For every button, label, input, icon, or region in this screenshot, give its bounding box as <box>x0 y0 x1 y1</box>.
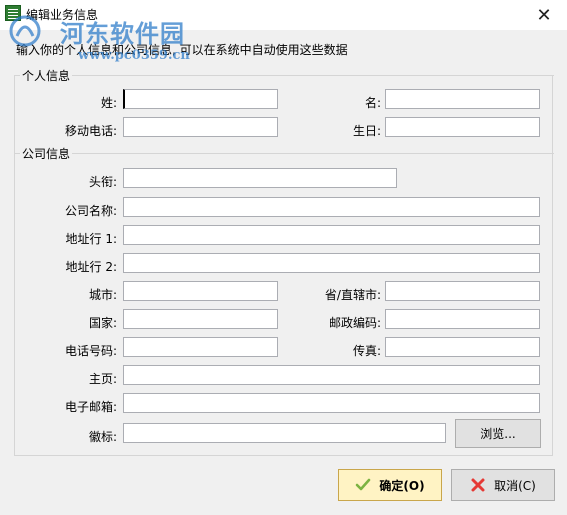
checkmark-icon <box>356 478 371 491</box>
dialog-footer: 确定(O) 取消(C) <box>0 457 567 515</box>
homepage-input[interactable] <box>123 365 540 385</box>
email-label: 电子邮箱: <box>64 400 117 414</box>
personal-info-label: 个人信息 <box>20 67 73 84</box>
logo-label: 徽标: <box>88 430 117 444</box>
job-title-label: 头衔: <box>88 175 117 189</box>
address2-label: 地址行 2: <box>65 260 118 274</box>
mobile-input[interactable] <box>123 117 278 137</box>
browse-button[interactable]: 浏览... <box>455 419 541 448</box>
first-name-input[interactable] <box>385 89 540 109</box>
province-label: 省/直辖市: <box>324 288 381 302</box>
city-input[interactable] <box>123 281 278 301</box>
postal-code-label: 邮政编码: <box>328 316 381 330</box>
logo-input[interactable] <box>123 423 446 443</box>
phone-label: 电话号码: <box>64 344 117 358</box>
province-input[interactable] <box>385 281 540 301</box>
company-info-label: 公司信息 <box>20 145 73 162</box>
red-x-icon <box>471 478 485 492</box>
fax-label: 传真: <box>352 344 381 358</box>
postal-code-input[interactable] <box>385 309 540 329</box>
last-name-label: 姓: <box>100 96 117 110</box>
address1-label: 地址行 1: <box>65 232 118 246</box>
company-info-group: 公司信息 <box>14 145 554 162</box>
close-icon: ✕ <box>536 4 552 26</box>
instruction-text: 输入你的个人信息和公司信息, 可以在系统中自动使用这些数据 <box>16 43 348 57</box>
ok-button-label: 确定(O) <box>379 478 425 493</box>
email-input[interactable] <box>123 393 540 413</box>
title-bar: 编辑业务信息 ✕ <box>0 0 567 30</box>
last-name-input[interactable] <box>123 89 278 109</box>
spreadsheet-icon <box>5 5 21 21</box>
ok-button[interactable]: 确定(O) <box>338 469 442 501</box>
city-label: 城市: <box>88 288 117 302</box>
mobile-label: 移动电话: <box>64 124 117 138</box>
job-title-input[interactable] <box>123 168 397 188</box>
cancel-button[interactable]: 取消(C) <box>451 469 555 501</box>
country-label: 国家: <box>88 316 117 330</box>
address2-input[interactable] <box>123 253 540 273</box>
company-name-label: 公司名称: <box>64 204 117 218</box>
birthday-input[interactable] <box>385 117 540 137</box>
personal-info-group: 个人信息 <box>14 67 554 84</box>
country-input[interactable] <box>123 309 278 329</box>
address1-input[interactable] <box>123 225 540 245</box>
company-name-input[interactable] <box>123 197 540 217</box>
fax-input[interactable] <box>385 337 540 357</box>
close-button[interactable]: ✕ <box>521 0 567 30</box>
first-name-label: 名: <box>364 96 381 110</box>
birthday-label: 生日: <box>352 124 381 138</box>
browse-button-label: 浏览... <box>480 427 516 441</box>
homepage-label: 主页: <box>88 372 117 386</box>
window-title: 编辑业务信息 <box>26 8 99 22</box>
phone-input[interactable] <box>123 337 278 357</box>
cancel-button-label: 取消(C) <box>494 478 536 493</box>
